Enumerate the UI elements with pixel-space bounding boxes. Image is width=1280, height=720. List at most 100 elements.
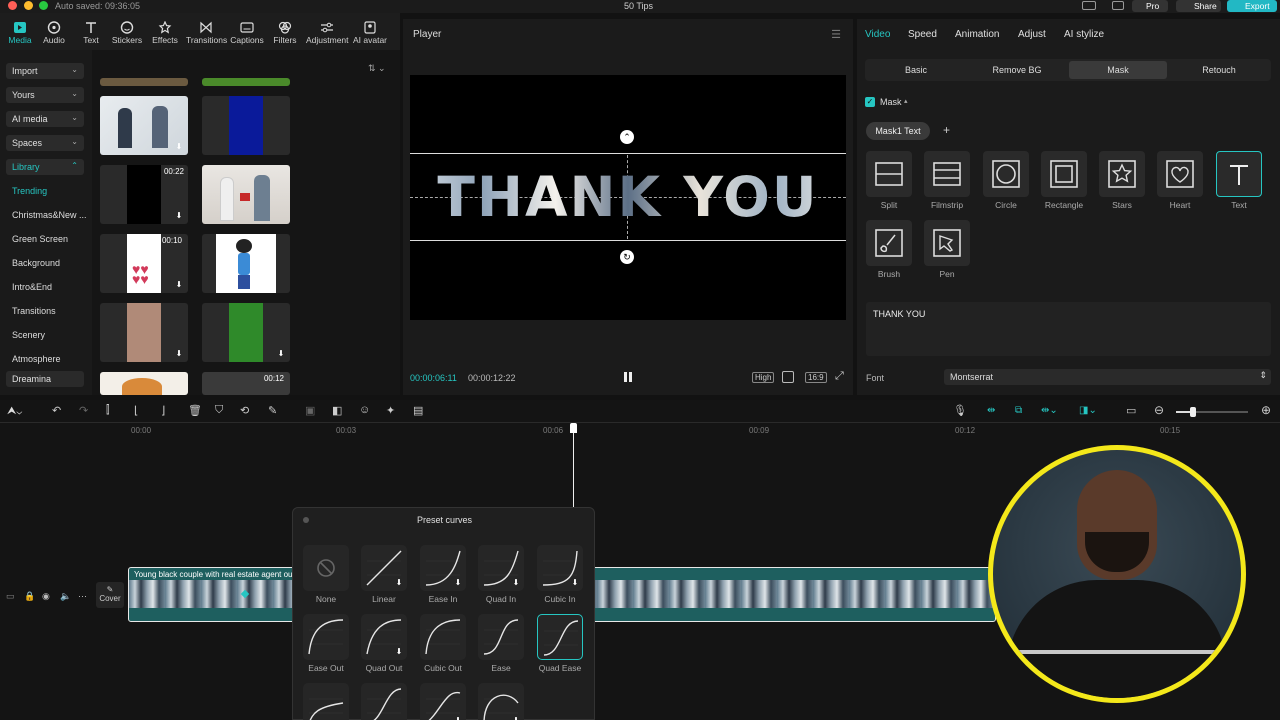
freeze-icon[interactable]: ▣ bbox=[305, 404, 315, 417]
split-left-icon[interactable]: ⌊ bbox=[134, 404, 138, 417]
media-thumb-green[interactable]: ⬇ bbox=[202, 303, 290, 362]
curve-linear[interactable]: ⬇ bbox=[361, 545, 407, 591]
mask-stars[interactable] bbox=[1099, 151, 1145, 197]
sidebar-import[interactable]: Import ⌄ bbox=[6, 63, 84, 79]
sidebar-yours[interactable]: Yours ⌄ bbox=[6, 87, 84, 103]
media-thumb-hearts[interactable]: ♥♥ ♥♥ 00:10 ⬇ bbox=[100, 234, 188, 293]
ai-tool-icon[interactable]: ✎ bbox=[268, 404, 277, 417]
download-icon[interactable]: ⬇ bbox=[174, 349, 184, 359]
feather-handle-icon[interactable]: ⌃ bbox=[620, 130, 634, 144]
mask-text[interactable] bbox=[1216, 151, 1262, 197]
curve-ease-out[interactable] bbox=[303, 614, 349, 660]
download-icon[interactable]: ⬇ bbox=[394, 647, 404, 657]
sidebar-item-scenery[interactable]: Scenery bbox=[12, 330, 45, 340]
media-thumb-gift[interactable] bbox=[202, 165, 290, 224]
lock-icon[interactable]: 🔒 bbox=[24, 591, 35, 602]
download-icon[interactable]: ⬇ bbox=[453, 716, 463, 720]
curve-none[interactable] bbox=[303, 545, 349, 591]
maximize-window-button[interactable] bbox=[39, 1, 48, 10]
mask-circle[interactable] bbox=[983, 151, 1029, 197]
close-window-button[interactable] bbox=[8, 1, 17, 10]
sidebar-item-green-screen[interactable]: Green Screen bbox=[12, 234, 68, 244]
curve-preset-12[interactable]: ⬇ bbox=[420, 683, 466, 720]
export-button[interactable]: Export bbox=[1227, 0, 1277, 12]
fit-screen-icon[interactable] bbox=[782, 371, 794, 383]
cover-button[interactable]: ✎ Cover bbox=[96, 582, 124, 608]
curve-preset-11[interactable] bbox=[361, 683, 407, 720]
sidebar-item-trending[interactable]: Trending bbox=[12, 186, 47, 196]
mask-chip[interactable]: Mask1 Text bbox=[866, 122, 930, 140]
link-icon[interactable]: ⇹⌄ bbox=[1041, 405, 1058, 416]
speaker-icon[interactable]: 🔈 bbox=[60, 591, 71, 602]
magnet-icon[interactable]: ⧉ bbox=[1015, 405, 1022, 416]
curve-preset-10[interactable] bbox=[303, 683, 349, 720]
media-thumb-character[interactable] bbox=[202, 234, 290, 293]
marker-icon[interactable]: ⛉ bbox=[215, 404, 223, 417]
tab-video[interactable]: Video bbox=[865, 29, 890, 40]
aspect-ratio-button[interactable]: 16:9 bbox=[805, 372, 827, 383]
media-thumb-food[interactable] bbox=[100, 372, 188, 395]
sidebar-item-atmosphere[interactable]: Atmosphere bbox=[12, 354, 61, 364]
tool-stickers[interactable]: Stickers bbox=[107, 13, 147, 50]
sidebar-spaces[interactable]: Spaces ⌄ bbox=[6, 135, 84, 151]
undo-icon[interactable]: ↶ bbox=[52, 404, 61, 417]
rotate-handle-icon[interactable]: ↻ bbox=[620, 250, 634, 264]
split-tool-icon[interactable]: ⫿ bbox=[106, 404, 110, 417]
tool-text[interactable]: Text bbox=[71, 13, 111, 50]
tool-filters[interactable]: Filters bbox=[265, 13, 305, 50]
tool-audio[interactable]: Audio bbox=[34, 13, 74, 50]
curve-ease-in[interactable]: ⬇ bbox=[420, 545, 466, 591]
curve-quad-out[interactable]: ⬇ bbox=[361, 614, 407, 660]
sidebar-dreamina[interactable]: Dreamina bbox=[6, 371, 84, 387]
mask-rectangle[interactable] bbox=[1041, 151, 1087, 197]
captions-tool-icon[interactable]: ▤ bbox=[413, 404, 423, 417]
video-canvas[interactable]: THANK YOU ⌃ ↻ bbox=[410, 75, 846, 320]
fullscreen-icon[interactable]: ⤢ bbox=[835, 370, 844, 383]
media-thumb-dark[interactable]: 00:12 bbox=[202, 372, 290, 395]
crop-icon[interactable]: ⟲ bbox=[240, 404, 249, 417]
curve-quad-ease[interactable] bbox=[537, 614, 583, 660]
pause-icon[interactable] bbox=[623, 372, 633, 382]
sidebar-ai-media[interactable]: AI media ⌄ bbox=[6, 111, 84, 127]
mirror-icon[interactable]: ◧ bbox=[332, 404, 342, 417]
fit-timeline-icon[interactable]: ▭ bbox=[1126, 404, 1136, 417]
download-icon[interactable]: ⬇ bbox=[570, 578, 580, 588]
subtab-retouch[interactable]: Retouch bbox=[1169, 61, 1269, 79]
sidebar-item-transitions[interactable]: Transitions bbox=[12, 306, 56, 316]
mask-split[interactable] bbox=[866, 151, 912, 197]
media-thumb[interactable] bbox=[100, 78, 188, 86]
menu-icon[interactable]: ☰ bbox=[831, 28, 841, 41]
tool-ai-avatar[interactable]: AI avatar bbox=[350, 13, 390, 50]
zoom-out-icon[interactable]: ⊖ bbox=[1154, 403, 1164, 417]
download-icon[interactable]: ⬇ bbox=[394, 578, 404, 588]
media-thumb-brown[interactable]: ⬇ bbox=[100, 303, 188, 362]
sidebar-library[interactable]: Library ⌃ bbox=[6, 159, 84, 175]
preview-axis-icon[interactable]: ◨⌄ bbox=[1079, 405, 1097, 416]
download-icon[interactable]: ⬇ bbox=[453, 578, 463, 588]
mask-text-input[interactable]: THANK YOU bbox=[866, 302, 1271, 356]
magic-icon[interactable]: ✦ bbox=[386, 404, 395, 417]
download-icon[interactable]: ⬇ bbox=[511, 716, 521, 720]
media-thumb[interactable] bbox=[202, 78, 290, 86]
mask-checkbox[interactable]: ✓ bbox=[865, 97, 875, 107]
tool-transitions[interactable]: Transitions bbox=[186, 13, 227, 50]
sidebar-item-intro-end[interactable]: Intro&End bbox=[12, 282, 52, 292]
microphone-icon[interactable]: 🎙 bbox=[953, 404, 967, 417]
thank-you-overlay[interactable]: THANK YOU bbox=[410, 169, 846, 225]
download-icon[interactable]: ⬇ bbox=[174, 280, 184, 290]
mask-heart[interactable] bbox=[1157, 151, 1203, 197]
select-tool-icon[interactable]: ⮝⌄ bbox=[7, 405, 22, 418]
tab-adjust[interactable]: Adjust bbox=[1018, 29, 1046, 40]
redo-icon[interactable]: ↷ bbox=[79, 404, 88, 417]
download-icon[interactable]: ⬇ bbox=[511, 578, 521, 588]
chevron-up-icon[interactable]: ▴ bbox=[904, 97, 908, 105]
person-icon[interactable]: ☺ bbox=[359, 404, 370, 416]
curve-preset-13[interactable]: ⬇ bbox=[478, 683, 524, 720]
tool-adjustment[interactable]: Adjustment bbox=[306, 13, 349, 50]
add-mask-icon[interactable]: + bbox=[943, 123, 950, 137]
pro-button[interactable]: Pro bbox=[1132, 0, 1168, 12]
mask-pen[interactable] bbox=[924, 220, 970, 266]
subtab-mask[interactable]: Mask bbox=[1069, 61, 1167, 79]
download-icon[interactable]: ⬇ bbox=[174, 211, 184, 221]
tab-animation[interactable]: Animation bbox=[955, 29, 999, 40]
